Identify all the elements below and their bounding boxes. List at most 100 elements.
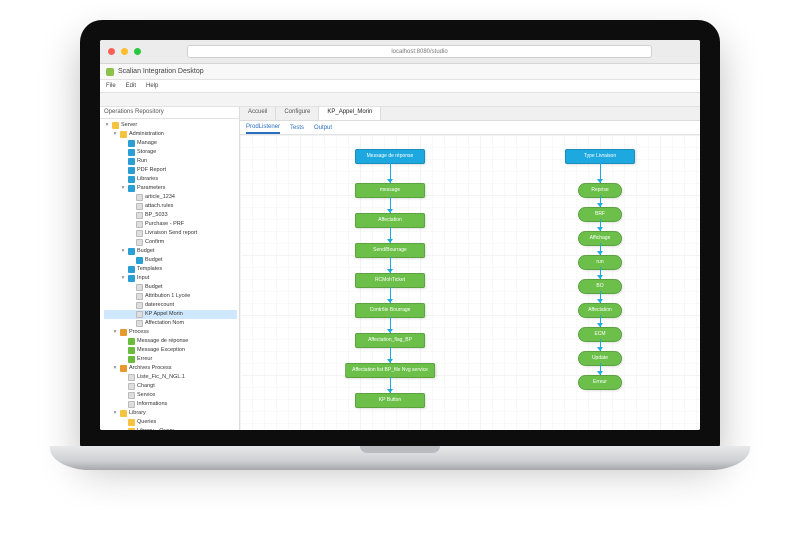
tree-node[interactable]: Message Exception [104, 346, 237, 355]
tree-node[interactable]: PDF Report [104, 166, 237, 175]
app-body: Operations Repository ▾Server▾Administra… [100, 107, 700, 430]
tree-node[interactable]: ▾Library [104, 409, 237, 418]
tree-node[interactable]: Queries [104, 418, 237, 427]
tree-node[interactable]: Manage [104, 139, 237, 148]
tree-node[interactable]: Library—Query [104, 427, 237, 430]
tree-page-icon [136, 194, 143, 201]
tree-twisty-icon[interactable]: ▾ [112, 328, 118, 337]
tree-node[interactable]: Run [104, 157, 237, 166]
flow-start-node[interactable]: Message de réponse [355, 149, 425, 164]
tree-orange-icon [120, 365, 127, 372]
tree-blue-icon [128, 149, 135, 156]
flow-step-node[interactable]: message [355, 183, 425, 198]
tree-page-icon [128, 392, 135, 399]
tree-page-icon [136, 230, 143, 237]
tree-node[interactable]: Changt [104, 382, 237, 391]
tree-node[interactable]: ▾Server [104, 121, 237, 130]
tree-green-icon [128, 338, 135, 345]
flow-step-node[interactable]: RCMohTicket [355, 273, 425, 288]
tree-twisty-icon[interactable]: ▾ [112, 364, 118, 373]
flow-step-node[interactable]: Affectation list BP_file Nvg service [345, 363, 435, 378]
tree-node[interactable]: Confirm [104, 238, 237, 247]
editor-tab-2[interactable]: KP_Appel_Morin [319, 107, 381, 120]
editor-tab-0[interactable]: Accueil [240, 107, 276, 120]
tree-node[interactable]: attach.rules [104, 202, 237, 211]
tree-node[interactable]: daterecount [104, 301, 237, 310]
tree-node[interactable]: Libraries [104, 175, 237, 184]
tree-node-label: Libraries [137, 175, 158, 184]
tree-node[interactable]: Storage [104, 148, 237, 157]
tree-node[interactable]: ▾Input [104, 274, 237, 283]
url-bar[interactable]: localhost:8080/studio [187, 45, 652, 58]
flow-step-node[interactable]: Affectation [355, 213, 425, 228]
tree-node[interactable]: Informations [104, 400, 237, 409]
tree-node-label: Parameters [137, 184, 165, 193]
tree[interactable]: ▾Server▾AdministrationManageStorageRunPD… [100, 119, 239, 430]
tree-node-label: daterecount [145, 301, 174, 310]
subtab-1[interactable]: Tests [290, 121, 304, 134]
tree-twisty-icon[interactable]: ▾ [120, 184, 126, 193]
tree-node-label: attach.rules [145, 202, 173, 211]
window-zoom-icon[interactable] [134, 48, 141, 55]
tree-node-label: Budget [145, 283, 162, 292]
tree-node[interactable]: Templates [104, 265, 237, 274]
tree-node[interactable]: ▾Archives Process [104, 364, 237, 373]
tree-node[interactable]: ▾ Process [104, 328, 237, 337]
window-minimize-icon[interactable] [121, 48, 128, 55]
tree-node[interactable]: Liste_Fic_N_NGL.1 [104, 373, 237, 382]
flow-step-node[interactable]: Send/Bourrage [355, 243, 425, 258]
tree-node[interactable]: article_1234 [104, 193, 237, 202]
tree-folder-icon [128, 428, 135, 430]
tree-node[interactable]: Budget [104, 283, 237, 292]
tree-twisty-icon[interactable]: ▾ [120, 247, 126, 256]
tree-node[interactable]: Budget [104, 256, 237, 265]
tree-twisty-icon[interactable]: ▾ [112, 130, 118, 139]
flow-start-node[interactable]: Type Livraison [565, 149, 635, 164]
tree-page-icon [136, 293, 143, 300]
tree-node-label: Confirm [145, 238, 164, 247]
tree-node[interactable]: Purchase - PRF [104, 220, 237, 229]
tree-node[interactable]: BP_5033 [104, 211, 237, 220]
tree-page-icon [136, 221, 143, 228]
tree-node-label: Process [129, 328, 149, 337]
tree-page-icon [136, 311, 143, 318]
tree-twisty-icon[interactable]: ▾ [104, 121, 110, 130]
tree-node[interactable]: ▾Budget [104, 247, 237, 256]
tree-twisty-icon[interactable]: ▾ [120, 274, 126, 283]
tree-node[interactable]: Attribution 1 Lycée [104, 292, 237, 301]
menu-file[interactable]: File [106, 83, 116, 89]
flow-step-node[interactable]: Erreur [578, 375, 622, 390]
editor-tab-1[interactable]: Configure [276, 107, 319, 120]
tree-node[interactable]: ▾ Parameters [104, 184, 237, 193]
tree-node-label: Affectation Nom [145, 319, 184, 328]
tree-node-label: Queries [137, 418, 156, 427]
tree-node-label: BP_5033 [145, 211, 168, 220]
tree-node[interactable]: Message de réponse [104, 337, 237, 346]
tree-node[interactable]: Affectation Nom [104, 319, 237, 328]
tree-blue-icon [128, 266, 135, 273]
flow-canvas[interactable]: Message de réponse message Affectation Send… [240, 135, 700, 430]
tree-node[interactable]: Livraison Send report [104, 229, 237, 238]
app-title: Scalian Integration Desktop [118, 68, 204, 75]
tree-folder-icon [120, 410, 127, 417]
tree-twisty-icon[interactable]: ▾ [112, 409, 118, 418]
laptop-frame: localhost:8080/studio Scalian Integratio… [80, 20, 720, 510]
flow-step-node[interactable]: Affectation_flag_BP [355, 333, 425, 348]
menu-help[interactable]: Help [146, 83, 158, 89]
flow-step-node[interactable]: Contrôle Bourrage [355, 303, 425, 318]
window-close-icon[interactable] [108, 48, 115, 55]
tree-node[interactable]: Erreur [104, 355, 237, 364]
tree-node-label: Manage [137, 139, 157, 148]
subtab-2[interactable]: Output [314, 121, 332, 134]
tree-node[interactable]: ▾Administration [104, 130, 237, 139]
tree-node-label: Storage [137, 148, 156, 157]
flow-step-node[interactable]: KP Button [355, 393, 425, 408]
tree-node[interactable]: Service [104, 391, 237, 400]
tree-node-label: Templates [137, 265, 162, 274]
tree-page-icon [136, 320, 143, 327]
menu-edit[interactable]: Edit [126, 83, 136, 89]
tree-blue-icon [128, 248, 135, 255]
tree-node[interactable]: KP Appel Morin [104, 310, 237, 319]
subtab-0[interactable]: ProdListener [246, 121, 280, 134]
editor-tabs: Accueil Configure KP_Appel_Morin [240, 107, 700, 121]
